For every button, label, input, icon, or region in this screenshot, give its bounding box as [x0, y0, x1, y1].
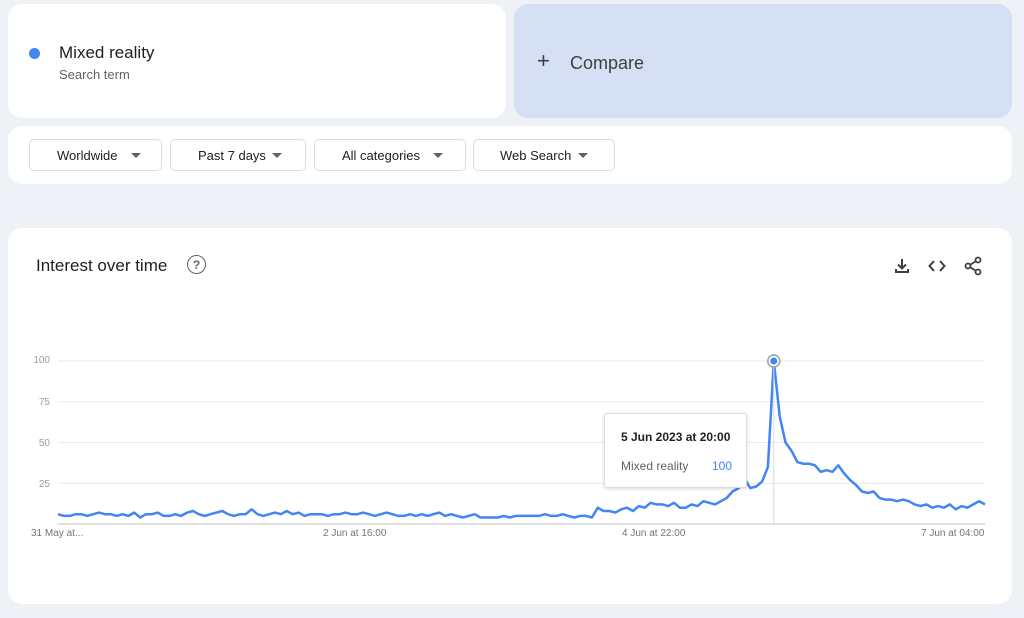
highlighted-data-point[interactable] [770, 357, 778, 365]
series-line-mixed-reality[interactable] [57, 359, 986, 519]
interest-line-chart[interactable] [0, 0, 1024, 618]
data-point-tooltip: 5 Jun 2023 at 20:00 Mixed reality 100 [604, 413, 747, 488]
tooltip-date: 5 Jun 2023 at 20:00 [621, 430, 731, 444]
tooltip-value: 100 [712, 459, 733, 473]
tooltip-series-name: Mixed reality [621, 459, 689, 473]
